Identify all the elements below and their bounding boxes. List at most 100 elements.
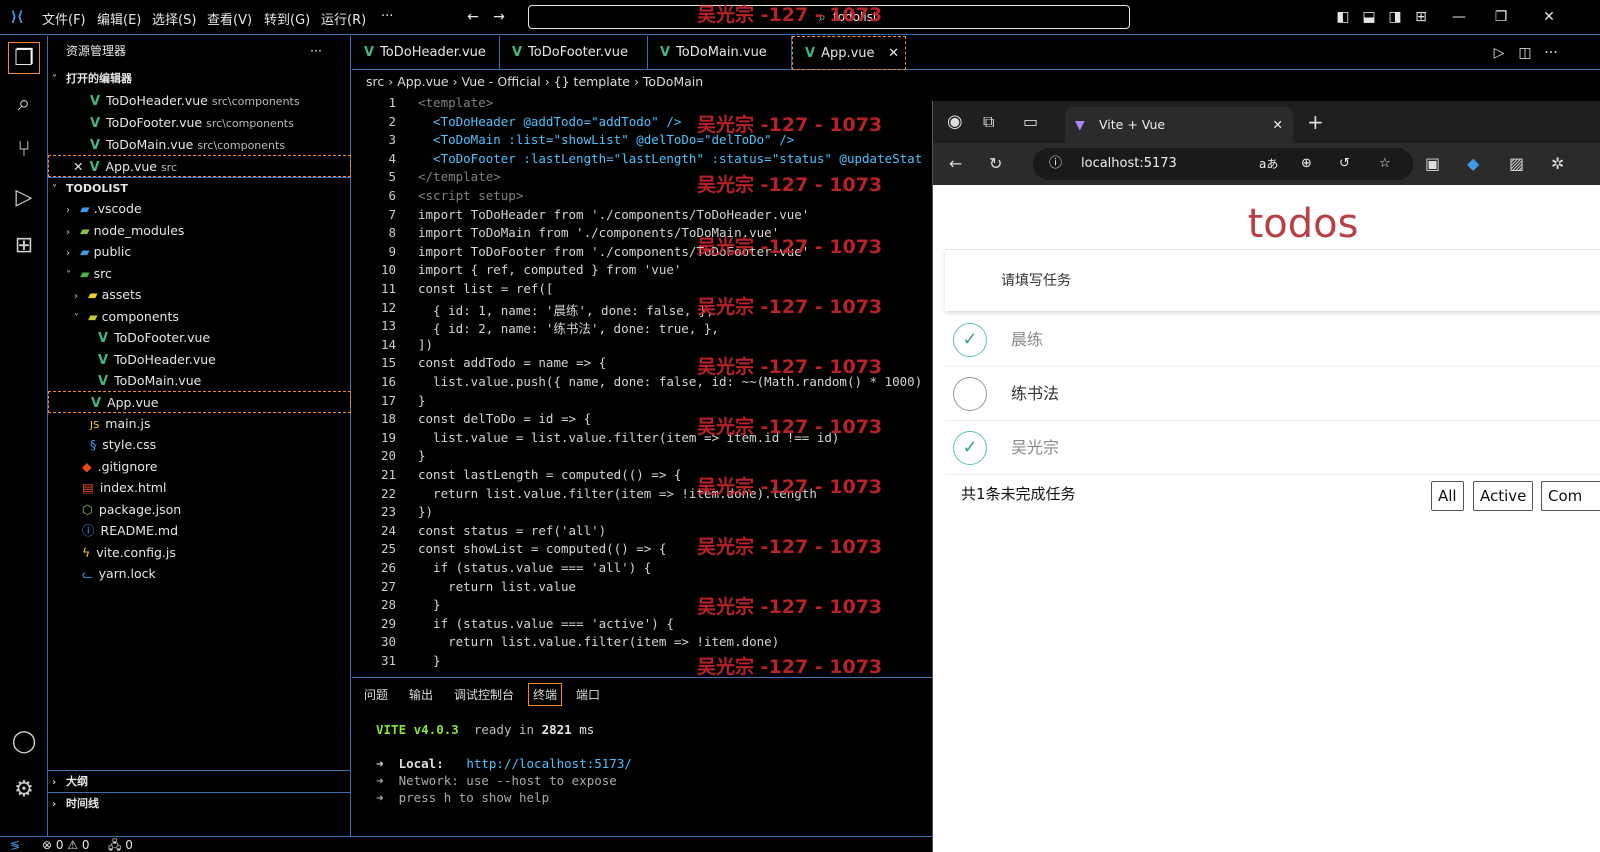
tree-file[interactable]: V ToDoFooter.vue xyxy=(48,327,351,349)
back-arrow-icon[interactable]: ← xyxy=(464,8,482,26)
customize-layout-icon[interactable]: ⊞ xyxy=(1412,8,1430,26)
run-debug-icon[interactable]: ▷ xyxy=(8,182,40,214)
edge-refresh-icon[interactable]: ↺ xyxy=(1339,148,1350,180)
settings-gear-icon[interactable]: ⚙ xyxy=(8,774,40,806)
panel-tab-problems[interactable]: 问题 xyxy=(364,686,388,703)
open-editor-item-active[interactable]: ✕ V App.vue src xyxy=(48,155,351,177)
line-number: 19 xyxy=(380,429,396,445)
extensions-puzzle-icon[interactable]: ✲ xyxy=(1551,154,1564,174)
favorite-star-icon[interactable]: ☆ xyxy=(1379,148,1391,180)
tree-file[interactable]: V ToDoMain.vue xyxy=(48,370,351,392)
account-icon[interactable]: ◯ xyxy=(8,726,40,758)
forward-arrow-icon[interactable]: → xyxy=(490,8,508,26)
menu-view[interactable]: 查看(V) xyxy=(207,9,252,28)
tree-file[interactable]: V ToDoHeader.vue xyxy=(48,349,351,371)
tree-file[interactable]: JS main.js xyxy=(48,413,351,435)
tab-todoheader[interactable]: V ToDoHeader.vue xyxy=(352,36,500,70)
code-line: } xyxy=(418,392,426,408)
tree-file-active[interactable]: V App.vue xyxy=(48,391,351,413)
project-header[interactable]: ˅ TODOLIST xyxy=(48,177,351,199)
tree-file[interactable]: § style.css xyxy=(48,434,351,456)
tree-file[interactable]: ⓘ README.md xyxy=(48,520,351,542)
filter-active-button[interactable]: Active xyxy=(1473,481,1534,511)
explorer-icon[interactable]: ❐ xyxy=(8,42,40,74)
menu-run[interactable]: 运行(R) xyxy=(321,9,366,28)
workspaces-icon[interactable]: ⧉ xyxy=(983,112,994,132)
panel-tab-output[interactable]: 输出 xyxy=(409,686,433,703)
zoom-icon[interactable]: ⊕ xyxy=(1301,148,1312,180)
close-editor-icon[interactable]: ✕ xyxy=(73,159,83,174)
menu-selection[interactable]: 选择(S) xyxy=(152,9,196,28)
outline-header[interactable]: › 大纲 xyxy=(48,770,351,792)
extension-cat-icon[interactable]: ◆ xyxy=(1467,154,1479,174)
tree-folder[interactable]: › ▰ .vscode xyxy=(48,198,351,220)
menu-edit[interactable]: 编辑(E) xyxy=(97,9,141,28)
restore-icon[interactable]: ❐ xyxy=(1492,8,1510,26)
source-control-icon[interactable]: ⑂ xyxy=(8,134,40,166)
watermark-text: 吴光宗 -127 - 1073 xyxy=(697,296,883,318)
line-number: 24 xyxy=(380,522,396,538)
panel-tab-terminal[interactable]: 终端 xyxy=(528,683,563,706)
menu-more[interactable]: ··· xyxy=(381,9,393,24)
tab-app-vue[interactable]: V App.vue ✕ xyxy=(792,36,906,70)
filter-completed-button[interactable]: Com xyxy=(1541,481,1600,511)
close-window-icon[interactable]: ✕ xyxy=(1540,8,1558,26)
run-icon[interactable]: ▷ xyxy=(1490,44,1508,62)
extensions-icon[interactable]: ⊞ xyxy=(8,230,40,262)
extension-image-icon[interactable]: ▨ xyxy=(1509,154,1524,174)
open-editor-item[interactable]: V ToDoMain.vue src\components xyxy=(48,134,351,156)
remote-icon[interactable]: ≶ xyxy=(10,837,20,852)
tree-file[interactable]: ◆ .gitignore xyxy=(48,456,351,478)
tree-folder[interactable]: ˅ ▰ components xyxy=(48,306,351,328)
editor-tabs: V ToDoHeader.vue V ToDoFooter.vue V ToDoMai… xyxy=(352,36,1600,70)
tree-folder[interactable]: › ▰ public xyxy=(48,241,351,263)
tree-folder[interactable]: ˅ ▰ src xyxy=(48,263,351,285)
toggle-panel-icon[interactable]: ⬓ xyxy=(1360,8,1378,26)
toggle-secondary-sidebar-icon[interactable]: ◨ xyxy=(1386,8,1404,26)
close-browser-tab-icon[interactable]: ✕ xyxy=(1273,107,1283,143)
todo-toggle-checkbox[interactable] xyxy=(953,377,987,411)
vue-file-icon: V xyxy=(98,374,109,389)
read-aloud-icon[interactable]: aあ xyxy=(1259,148,1278,180)
tree-file[interactable]: ᓚ yarn.lock xyxy=(48,563,351,585)
explorer-more-icon[interactable]: ··· xyxy=(310,40,340,62)
browser-back-icon[interactable]: ← xyxy=(949,154,962,174)
minimize-icon[interactable]: — xyxy=(1450,8,1468,26)
browser-reload-icon[interactable]: ↻ xyxy=(989,154,1002,174)
tab-actions-icon[interactable]: ▭ xyxy=(1023,112,1038,132)
browser-tab-vite-vue[interactable]: ▼ Vite + Vue ✕ xyxy=(1065,107,1293,143)
tree-file[interactable]: ⬡ package.json xyxy=(48,499,351,521)
timeline-header[interactable]: › 时间线 xyxy=(48,792,351,814)
editor-more-icon[interactable]: ··· xyxy=(1542,44,1560,62)
panel-tab-debug-console[interactable]: 调试控制台 xyxy=(454,686,514,703)
tab-todomain[interactable]: V ToDoMain.vue xyxy=(648,36,792,70)
profile-icon[interactable]: ◉ xyxy=(947,112,963,132)
tree-folder[interactable]: › ▰ assets xyxy=(48,284,351,306)
open-editors-header[interactable]: ˅ 打开的编辑器 xyxy=(48,68,351,90)
tree-folder[interactable]: › ▰ node_modules xyxy=(48,220,351,242)
problems-count[interactable]: ⊗ 0 ⚠ 0 xyxy=(42,837,90,852)
open-editor-item[interactable]: V ToDoHeader.vue src\components xyxy=(48,90,351,112)
tab-todofooter[interactable]: V ToDoFooter.vue xyxy=(500,36,648,70)
extension-game-icon[interactable]: ▣ xyxy=(1425,154,1440,174)
open-editor-item[interactable]: V ToDoFooter.vue src\components xyxy=(48,112,351,134)
watermark-text: 吴光宗 -127 - 1073 xyxy=(697,236,883,258)
toggle-sidebar-icon[interactable]: ◧ xyxy=(1334,8,1352,26)
tree-file[interactable]: ϟ vite.config.js xyxy=(48,542,351,564)
todo-toggle-checkbox[interactable]: ✓ xyxy=(953,323,987,357)
close-tab-icon[interactable]: ✕ xyxy=(888,37,899,71)
site-info-icon[interactable]: ⓘ xyxy=(1049,148,1062,180)
new-todo-input[interactable]: 请填写任务 xyxy=(945,249,1600,311)
breadcrumb[interactable]: src › App.vue › Vue - Official › {} temp… xyxy=(352,71,932,93)
todo-toggle-checkbox[interactable]: ✓ xyxy=(953,431,987,465)
url-input[interactable]: ⓘ localhost:5173 aあ ⊕ ↺ ☆ xyxy=(1033,148,1413,180)
panel-tab-ports[interactable]: 端口 xyxy=(576,686,600,703)
split-editor-icon[interactable]: ◫ xyxy=(1516,44,1534,62)
tree-file[interactable]: ▤ index.html xyxy=(48,477,351,499)
new-tab-icon[interactable]: + xyxy=(1307,112,1324,132)
menu-goto[interactable]: 转到(G) xyxy=(264,9,310,28)
filter-all-button[interactable]: All xyxy=(1431,481,1464,511)
menu-file[interactable]: 文件(F) xyxy=(42,9,86,28)
ports-count[interactable]: 🖧 0 xyxy=(108,837,133,852)
search-view-icon[interactable]: ⌕ xyxy=(8,88,40,120)
